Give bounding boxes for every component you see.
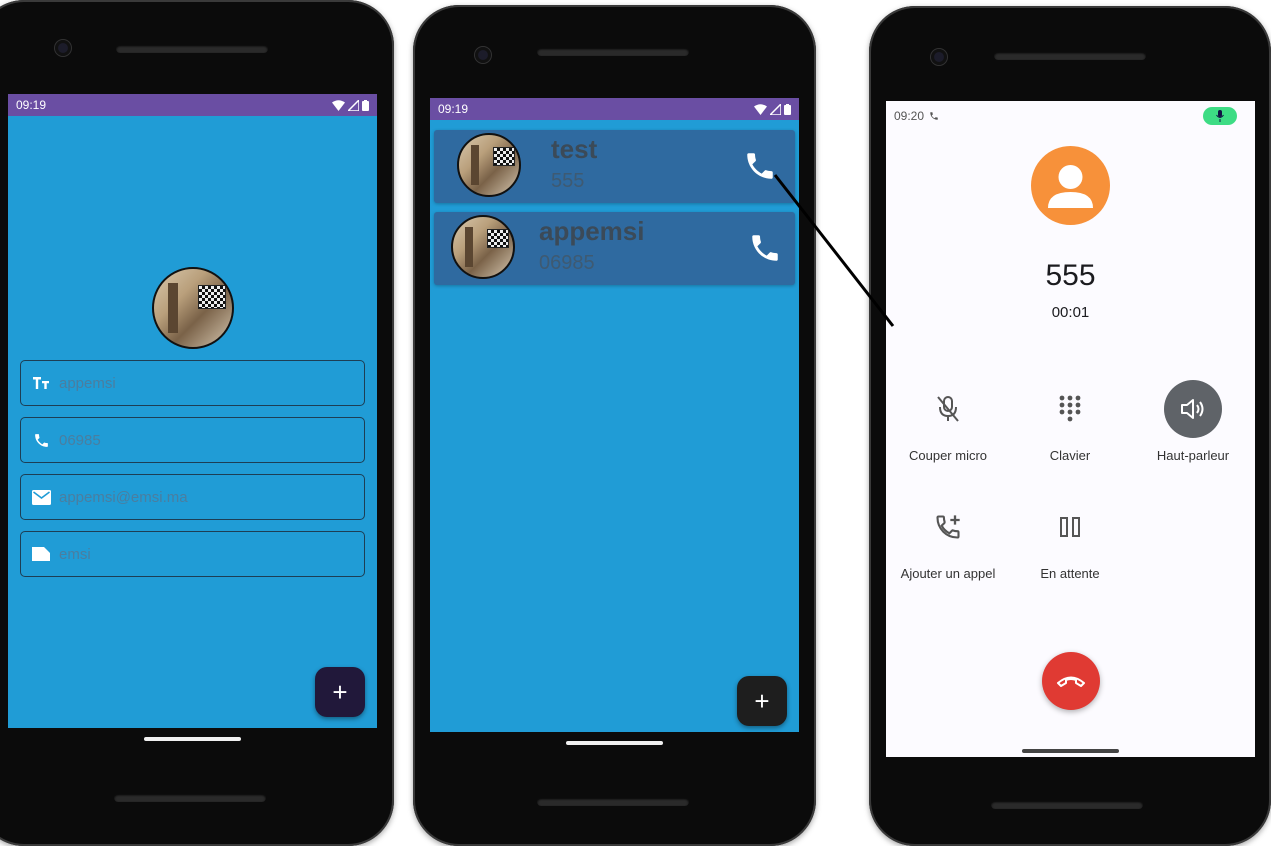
- name-field[interactable]: appemsi: [20, 360, 365, 406]
- note-field[interactable]: emsi: [20, 531, 365, 577]
- dialpad-icon: [1059, 395, 1081, 422]
- bottom-speaker: [991, 801, 1143, 809]
- bottom-speaker: [537, 798, 689, 806]
- front-camera: [475, 47, 491, 63]
- note-value: emsi: [59, 545, 91, 563]
- contact-number: 06985: [539, 252, 595, 274]
- plus-icon: +: [754, 685, 770, 716]
- phone-frame-in-call: 09:20 555 00:01 Couper micro Clavier Hau…: [869, 6, 1271, 846]
- phone-value: 06985: [59, 431, 101, 449]
- mic-icon: [1216, 110, 1224, 122]
- keypad-label: Clavier: [1049, 448, 1091, 463]
- wifi-icon: [754, 103, 767, 115]
- call-icon[interactable]: [748, 231, 782, 265]
- contact-number: 555: [551, 170, 585, 192]
- mic-indicator: [1203, 107, 1237, 125]
- earpiece-speaker: [994, 52, 1146, 60]
- email-value: appemsi@emsi.ma: [59, 488, 188, 506]
- phone-frame-contact-list: 09:19 test 555 appemsi 06985 +: [413, 5, 816, 846]
- screen-form: 09:19 appemsi 06985 appemsi@emsi.ma emsi…: [8, 94, 377, 728]
- signal-icon: [770, 103, 781, 115]
- phone-icon: [31, 430, 51, 450]
- contact-avatar: [451, 215, 515, 279]
- wifi-icon: [332, 99, 345, 111]
- mute-button[interactable]: Couper micro: [893, 380, 1003, 463]
- add-call-button[interactable]: Ajouter un appel: [893, 498, 1003, 581]
- mute-label: Couper micro: [908, 448, 988, 463]
- status-time: 09:19: [16, 98, 47, 112]
- chessboard-picture: [198, 285, 226, 309]
- contact-name: appemsi: [539, 216, 645, 246]
- call-timer: 00:01: [1051, 304, 1090, 321]
- contact-card[interactable]: test 555: [434, 130, 795, 203]
- pause-icon: [1060, 517, 1080, 537]
- status-icons: [754, 103, 791, 115]
- email-field[interactable]: appemsi@emsi.ma: [20, 474, 365, 520]
- hold-label: En attente: [1040, 566, 1100, 581]
- ongoing-call-icon: [930, 112, 938, 120]
- earpiece-speaker: [537, 48, 689, 56]
- screenshot-canvas: 09:19 appemsi 06985 appemsi@emsi.ma emsi…: [0, 0, 1271, 846]
- status-bar: 09:20: [894, 107, 1237, 125]
- keypad-button[interactable]: Clavier: [1015, 380, 1125, 463]
- email-icon: [31, 487, 51, 507]
- caller-avatar: [1031, 146, 1110, 225]
- status-bar: 09:19: [8, 94, 377, 116]
- status-time: 09:19: [438, 102, 469, 116]
- contact-card[interactable]: appemsi 06985: [434, 212, 795, 285]
- home-indicator: [1022, 749, 1119, 753]
- add-contact-button[interactable]: +: [737, 676, 787, 726]
- contact-photo[interactable]: [152, 267, 234, 349]
- person-icon: [1048, 165, 1093, 208]
- bottom-speaker: [114, 794, 266, 802]
- screen-in-call: 09:20 555 00:01 Couper micro Clavier Hau…: [886, 101, 1255, 757]
- speaker-label: Haut-parleur: [1156, 448, 1230, 463]
- earpiece-speaker: [116, 45, 268, 53]
- status-time: 09:20: [894, 109, 925, 123]
- status-icons: [332, 99, 369, 111]
- add-call-label: Ajouter un appel: [900, 566, 996, 581]
- battery-icon: [784, 103, 791, 115]
- phone-frame-form: 09:19 appemsi 06985 appemsi@emsi.ma emsi…: [0, 0, 394, 846]
- text-format-icon: [31, 373, 51, 393]
- screen-contact-list: 09:19 test 555 appemsi 06985 +: [430, 98, 799, 732]
- contact-avatar: [457, 133, 521, 197]
- status-bar: 09:19: [430, 98, 799, 120]
- battery-icon: [362, 99, 369, 111]
- label-icon: [31, 544, 51, 564]
- call-icon[interactable]: [743, 149, 777, 183]
- phone-field[interactable]: 06985: [20, 417, 365, 463]
- name-value: appemsi: [59, 374, 116, 392]
- speaker-icon: [1181, 399, 1204, 419]
- contact-name: test: [551, 134, 598, 164]
- home-indicator: [144, 737, 241, 741]
- plus-icon: +: [332, 676, 348, 707]
- front-camera: [931, 49, 947, 65]
- add-call-icon: [936, 515, 960, 539]
- hold-button[interactable]: En attente: [1015, 498, 1125, 581]
- hang-up-icon: [1057, 676, 1085, 687]
- add-contact-button[interactable]: +: [315, 667, 365, 717]
- front-camera: [55, 40, 71, 56]
- mic-off-icon: [937, 396, 959, 422]
- end-call-button[interactable]: [1042, 652, 1100, 710]
- home-indicator: [566, 741, 663, 745]
- speaker-button[interactable]: Haut-parleur: [1138, 380, 1248, 463]
- signal-icon: [348, 99, 359, 111]
- caller-number: 555: [1045, 259, 1096, 292]
